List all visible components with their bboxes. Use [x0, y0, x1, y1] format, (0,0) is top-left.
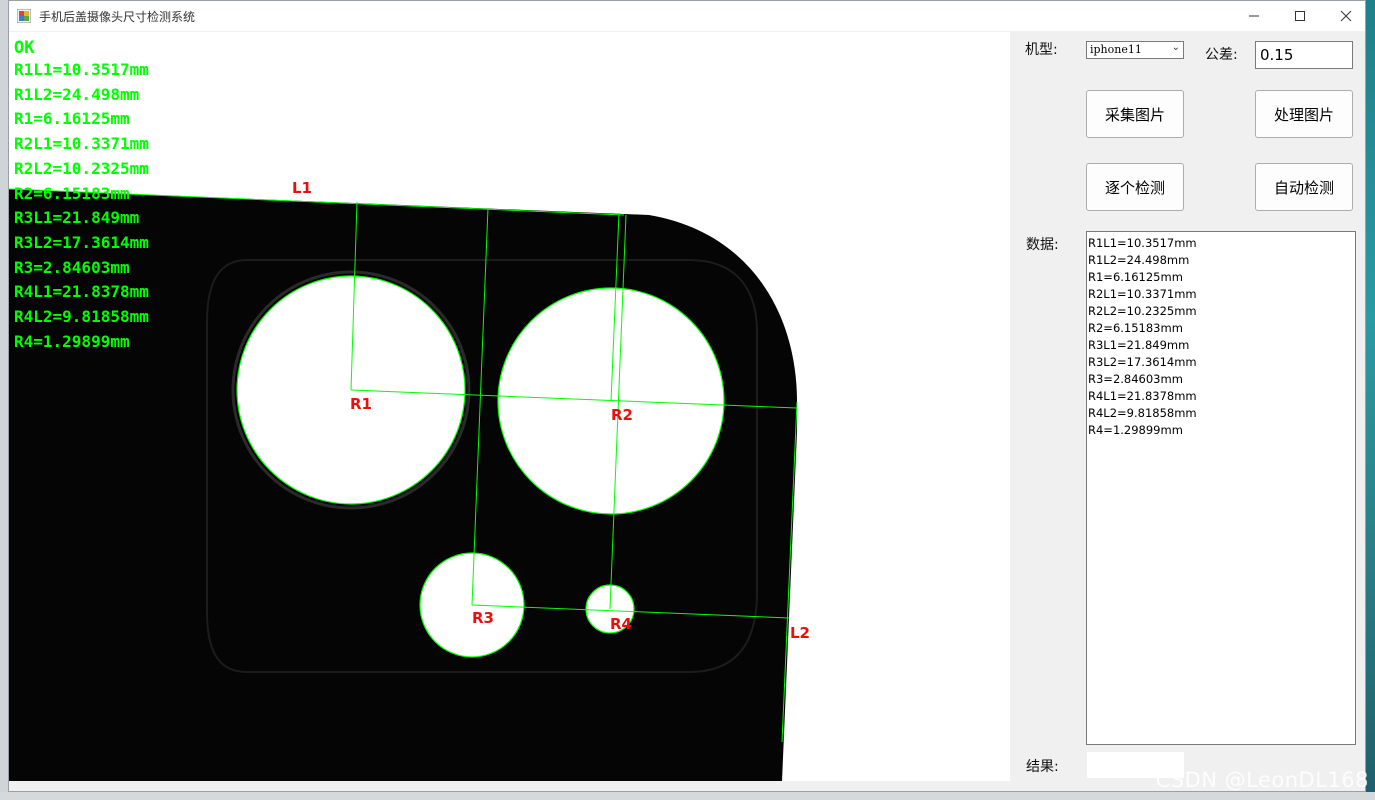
- measurement-overlay: OK R1L1=10.3517mm R1L2=24.498mm R1=6.161…: [14, 38, 149, 354]
- label-r2: R2: [611, 406, 633, 424]
- data-row: R2L2=10.2325mm: [1088, 304, 1197, 318]
- data-textbox[interactable]: R1L1=10.3517mm R1L2=24.498mm R1=6.16125m…: [1086, 231, 1356, 745]
- overlay-measurement: R2L2=10.2325mm: [14, 158, 149, 178]
- close-button[interactable]: [1323, 1, 1369, 31]
- tolerance-input[interactable]: 0.15: [1255, 41, 1353, 69]
- title-bar[interactable]: 手机后盖摄像头尺寸检测系统: [9, 1, 1365, 31]
- data-row: R3L1=21.849mm: [1088, 338, 1190, 352]
- status-ok: OK: [14, 38, 35, 58]
- label-l2: L2: [790, 624, 810, 642]
- auto-detect-button[interactable]: 自动检测: [1255, 163, 1353, 211]
- data-row: R1L2=24.498mm: [1088, 253, 1190, 267]
- overlay-measurement: R1L2=24.498mm: [14, 84, 140, 104]
- close-icon: [1340, 10, 1352, 22]
- step-detect-button[interactable]: 逐个检测: [1086, 163, 1184, 211]
- label-r1: R1: [350, 395, 372, 413]
- data-row: R4=1.29899mm: [1088, 423, 1183, 437]
- overlay-measurement: R4=1.29899mm: [14, 331, 130, 351]
- minimize-icon: [1249, 15, 1259, 17]
- overlay-measurement: R2=6.15183mm: [14, 183, 130, 203]
- main-window: 手机后盖摄像头尺寸检测系统 L1 L2 R1 R2 R3 R4 OK R1L1=…: [8, 0, 1366, 792]
- model-label: 机型:: [1025, 42, 1058, 58]
- data-row: R1=6.16125mm: [1088, 270, 1183, 284]
- data-row: R2=6.15183mm: [1088, 321, 1183, 335]
- overlay-measurement: R3L2=17.3614mm: [14, 232, 149, 252]
- label-r4: R4: [610, 615, 632, 633]
- app-icon: [17, 9, 31, 23]
- overlay-measurement: R3=2.84603mm: [14, 257, 130, 277]
- inspection-image: L1 L2 R1 R2 R3 R4: [9, 179, 810, 781]
- data-row: R4L1=21.8378mm: [1088, 389, 1197, 403]
- window-title: 手机后盖摄像头尺寸检测系统: [39, 10, 196, 24]
- chevron-down-icon: ⌄: [1171, 42, 1180, 53]
- maximize-button[interactable]: [1277, 1, 1323, 31]
- data-row: R3L2=17.3614mm: [1088, 355, 1197, 369]
- overlay-measurement: R1L1=10.3517mm: [14, 60, 149, 79]
- overlay-measurement: R4L1=21.8378mm: [14, 282, 149, 302]
- data-row: R1L1=10.3517mm: [1088, 236, 1197, 250]
- tolerance-label: 公差:: [1205, 47, 1238, 63]
- data-row: R2L1=10.3371mm: [1088, 287, 1197, 301]
- data-row: R3=2.84603mm: [1088, 372, 1183, 386]
- maximize-icon: [1295, 11, 1305, 21]
- desktop-background-right: [1366, 0, 1375, 800]
- model-dropdown-value: iphone11: [1090, 43, 1142, 56]
- overlay-measurement: R2L1=10.3371mm: [14, 134, 149, 154]
- watermark-text: CSDN @LeonDL168: [1155, 768, 1369, 792]
- capture-image-button[interactable]: 采集图片: [1086, 90, 1184, 138]
- process-image-button[interactable]: 处理图片: [1255, 90, 1353, 138]
- overlay-measurement: R4L2=9.81858mm: [14, 307, 149, 327]
- data-label: 数据:: [1026, 237, 1059, 253]
- overlay-measurement: R1=6.16125mm: [14, 109, 130, 129]
- overlay-measurement: R3L1=21.849mm: [14, 208, 140, 228]
- model-dropdown[interactable]: iphone11 ⌄: [1086, 41, 1184, 59]
- image-viewer[interactable]: L1 L2 R1 R2 R3 R4 OK R1L1=10.3517mm R1L2…: [9, 32, 1010, 781]
- minimize-button[interactable]: [1231, 1, 1277, 31]
- label-r3: R3: [472, 609, 494, 627]
- data-row: R4L2=9.81858mm: [1088, 406, 1197, 420]
- result-label: 结果:: [1026, 759, 1059, 775]
- label-l1: L1: [292, 179, 312, 197]
- taskbar-strip: [0, 792, 1375, 800]
